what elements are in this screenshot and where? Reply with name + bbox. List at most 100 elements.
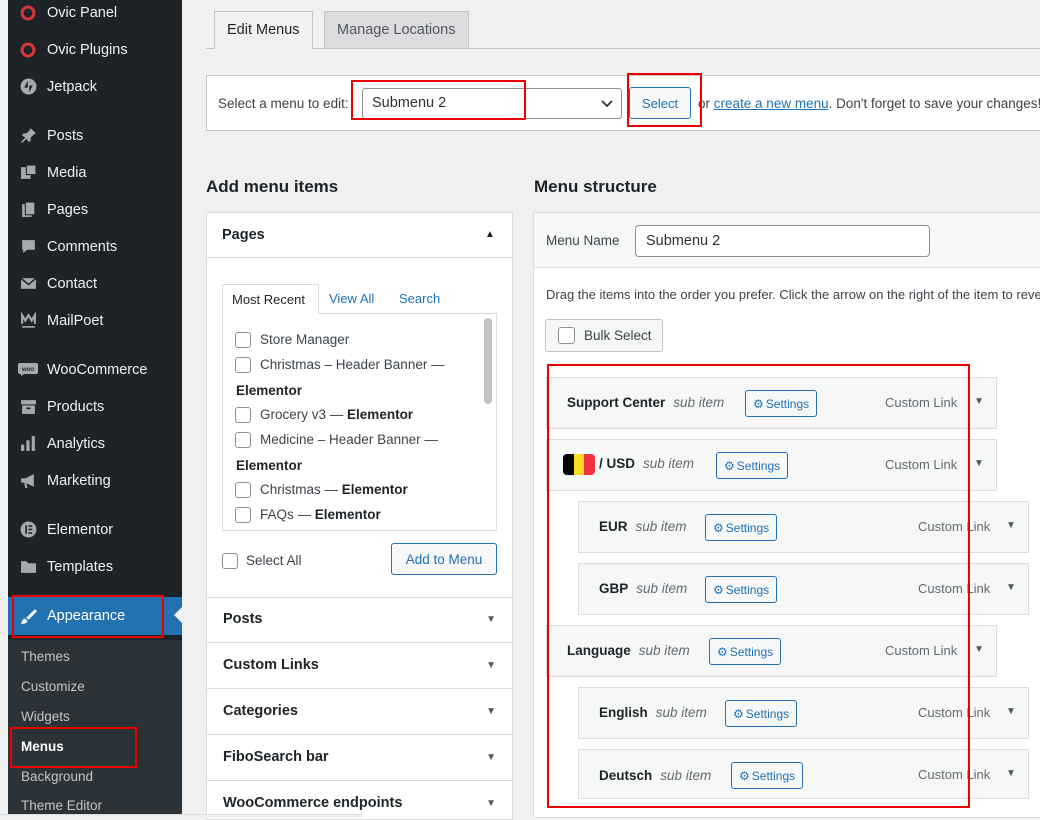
expand-arrow-icon[interactable]: ▼	[1006, 520, 1016, 531]
settings-button[interactable]: ⚙ Settings	[709, 638, 782, 665]
menu-name-value: Submenu 2	[646, 233, 721, 249]
list-item[interactable]: FAQs — Elementor	[235, 507, 381, 524]
list-item[interactable]: Grocery v3 — Elementor	[235, 407, 413, 424]
sidebar-item-templates[interactable]: Templates	[8, 548, 182, 585]
chevron-down-icon	[601, 89, 613, 129]
sidebar-item-ovic-panel[interactable]: Ovic Panel	[8, 0, 182, 31]
sidebar-item-woocommerce[interactable]: woo WooCommerce	[8, 351, 182, 388]
submenu-widgets[interactable]: Widgets	[21, 709, 70, 724]
settings-button[interactable]: ⚙ Settings	[745, 390, 818, 417]
sidebar-item-media[interactable]: Media	[8, 154, 182, 191]
checkbox[interactable]	[235, 432, 251, 449]
bulk-select-checkbox[interactable]	[558, 327, 575, 344]
list-item[interactable]: Medicine – Header Banner —	[235, 432, 438, 449]
submenu-theme-editor[interactable]: Theme Editor	[21, 798, 102, 813]
menu-item-deutsch[interactable]: Deutsch sub item ⚙ Settings Custom Link ▼	[578, 749, 1029, 799]
menu-item-eur[interactable]: EUR sub item ⚙ Settings Custom Link ▼	[578, 501, 1029, 553]
tab-search[interactable]: Search	[399, 291, 440, 306]
tab-edit-menus[interactable]: Edit Menus	[214, 11, 313, 49]
expand-arrow-icon[interactable]: ▼	[974, 458, 984, 469]
sidebar-item-label: Analytics	[47, 435, 106, 452]
sidebar-item-pages[interactable]: Pages	[8, 191, 182, 228]
list-item[interactable]: Christmas – Header Banner —	[235, 357, 445, 374]
sidebar-item-elementor[interactable]: Elementor	[8, 511, 182, 548]
submenu-customize[interactable]: Customize	[21, 679, 85, 694]
menu-select-dropdown[interactable]: Submenu 2	[362, 88, 622, 119]
create-new-menu-link[interactable]: create a new menu	[714, 96, 829, 111]
checkbox[interactable]	[235, 357, 251, 374]
chevron-down-icon: ▼	[486, 798, 496, 809]
expand-arrow-icon[interactable]: ▼	[974, 396, 984, 407]
sub-item-tag: sub item	[643, 456, 695, 472]
add-to-menu-button[interactable]: Add to Menu	[391, 543, 497, 575]
select-all-checkbox[interactable]	[222, 553, 238, 570]
sidebar-item-label: WooCommerce	[47, 361, 148, 378]
tab-manage-locations[interactable]: Manage Locations	[324, 11, 469, 49]
settings-button[interactable]: ⚙ Settings	[725, 700, 798, 727]
chevron-up-icon[interactable]: ▲	[485, 229, 495, 240]
sidebar-item-mailpoet[interactable]: MailPoet	[8, 302, 182, 339]
tab-most-recent[interactable]: Most Recent	[222, 284, 319, 314]
menu-item-support-center[interactable]: Support Center sub item ⚙ Settings Custom …	[546, 377, 997, 429]
checkbox[interactable]	[235, 507, 251, 524]
select-all-row[interactable]: Select All	[222, 553, 302, 570]
sidebar-item-products[interactable]: Products	[8, 388, 182, 425]
tab-view-all[interactable]: View All	[329, 291, 374, 306]
expand-arrow-icon[interactable]: ▼	[1006, 768, 1016, 779]
expand-arrow-icon[interactable]: ▼	[1006, 706, 1016, 717]
sidebar-item-jetpack[interactable]: Jetpack	[8, 68, 182, 105]
menu-item-title: Deutsch sub item	[599, 768, 711, 783]
expand-arrow-icon[interactable]: ▼	[1006, 582, 1016, 593]
item-type-label: Custom Link	[885, 643, 958, 658]
posts-accordion[interactable]: Posts ▼	[206, 597, 513, 643]
menu-item-language[interactable]: Language sub item ⚙ Settings Custom Link ▼	[546, 625, 997, 677]
megaphone-icon	[18, 471, 38, 491]
fibosearch-accordion[interactable]: FiboSearch bar ▼	[206, 734, 513, 781]
accordion-title: FiboSearch bar	[223, 749, 329, 765]
submenu-themes[interactable]: Themes	[21, 649, 70, 664]
bulk-select-button[interactable]: Bulk Select	[545, 319, 663, 352]
list-item[interactable]: Store Manager	[235, 332, 349, 349]
menu-name-input[interactable]: Submenu 2	[635, 225, 930, 257]
select-button[interactable]: Select	[629, 87, 691, 119]
pages-checklist[interactable]: Store Manager Christmas – Header Banner …	[222, 313, 497, 531]
submenu-menus[interactable]: Menus	[21, 739, 64, 754]
sidebar-item-comments[interactable]: Comments	[8, 228, 182, 265]
sidebar-item-posts[interactable]: Posts	[8, 117, 182, 154]
sidebar-item-contact[interactable]: Contact	[8, 265, 182, 302]
settings-button[interactable]: ⚙ Settings	[705, 514, 778, 541]
pin-icon	[18, 126, 38, 146]
checkbox[interactable]	[235, 332, 251, 349]
page-title: Christmas – Header Banner —	[260, 357, 445, 372]
menu-item-gbp[interactable]: GBP sub item ⚙ Settings Custom Link ▼	[578, 563, 1029, 615]
menu-item-title: English sub item	[599, 705, 707, 720]
categories-accordion[interactable]: Categories ▼	[206, 688, 513, 735]
list-item[interactable]: Christmas — Elementor	[235, 482, 408, 499]
menu-item-title: GBP sub item	[599, 581, 687, 596]
menu-item-english[interactable]: English sub item ⚙ Settings Custom Link ▼	[578, 687, 1029, 739]
settings-button[interactable]: ⚙ Settings	[705, 576, 778, 603]
expand-arrow-icon[interactable]: ▼	[974, 644, 984, 655]
sidebar-item-ovic-plugins[interactable]: Ovic Plugins	[8, 31, 182, 68]
custom-links-accordion[interactable]: Custom Links ▼	[206, 642, 513, 689]
settings-button[interactable]: ⚙ Settings	[716, 452, 789, 479]
menu-item-usd[interactable]: / USD sub item ⚙ Settings Custom Link ▼	[546, 439, 997, 491]
sidebar-item-label: Jetpack	[47, 78, 97, 95]
item-type-label: Custom Link	[918, 581, 991, 596]
item-type-label: Custom Link	[885, 395, 958, 410]
sub-item-tag: sub item	[636, 581, 688, 596]
checkbox[interactable]	[235, 407, 251, 424]
checkbox[interactable]	[235, 482, 251, 499]
scrollbar[interactable]	[484, 318, 492, 404]
brush-icon	[18, 606, 38, 626]
settings-button[interactable]: ⚙ Settings	[731, 762, 804, 789]
submenu-background[interactable]: Background	[21, 769, 93, 784]
sidebar-item-appearance[interactable]: Appearance	[8, 597, 182, 635]
sidebar-item-marketing[interactable]: Marketing	[8, 462, 182, 499]
chevron-down-icon: ▼	[486, 660, 496, 671]
sidebar-item-analytics[interactable]: Analytics	[8, 425, 182, 462]
appearance-submenu	[8, 640, 182, 818]
page-title: Christmas —	[260, 482, 339, 497]
settings-label: Settings	[751, 768, 796, 783]
sidebar-item-label: Comments	[47, 238, 118, 255]
